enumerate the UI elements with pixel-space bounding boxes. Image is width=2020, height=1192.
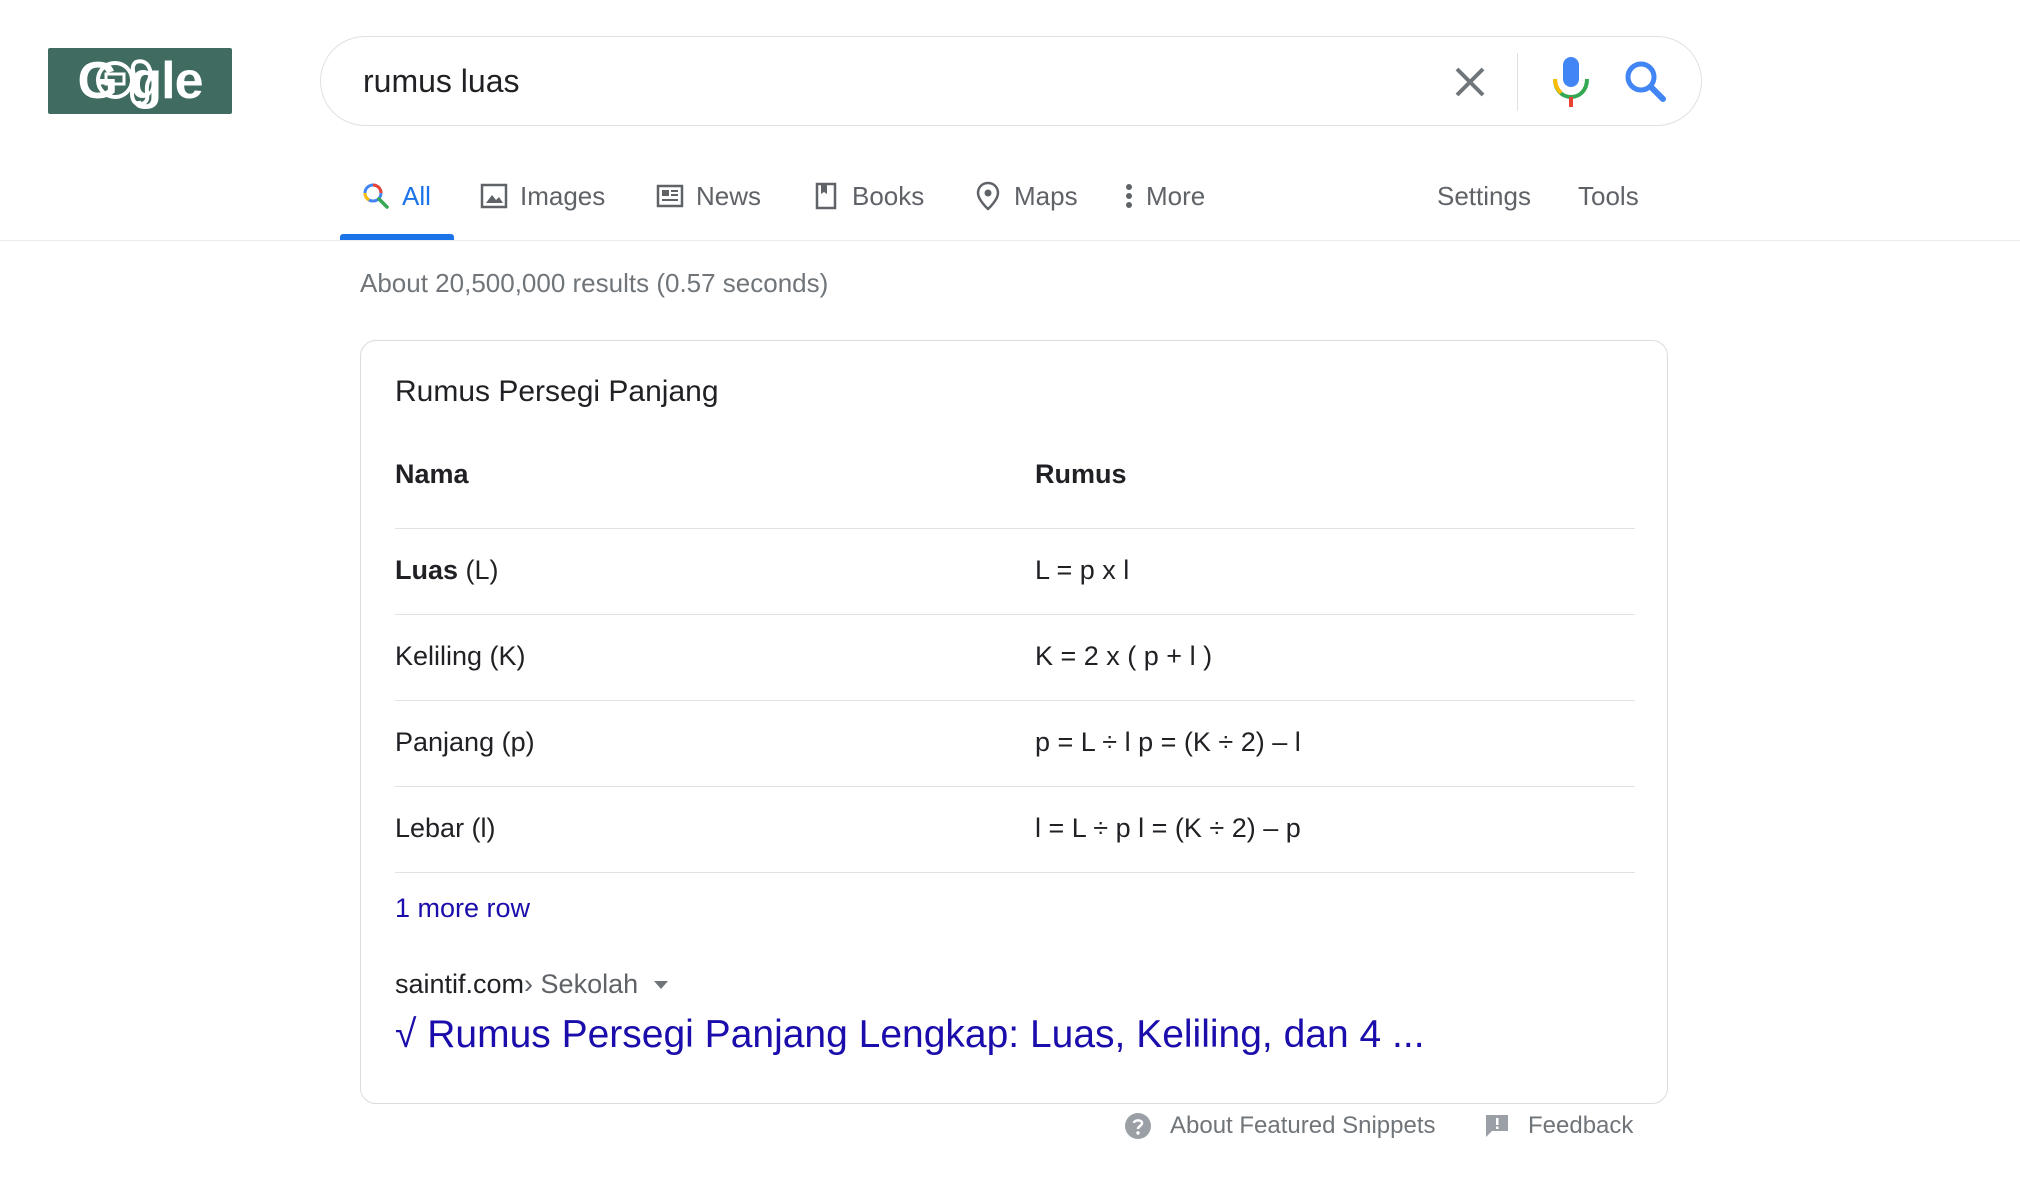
book-icon — [815, 182, 837, 210]
table-row: Luas (L) L = p x l — [395, 528, 1635, 615]
help-icon — [1125, 1113, 1151, 1139]
row-name-rest: Keliling (K) — [395, 641, 526, 671]
tab-books[interactable]: Books — [812, 176, 924, 216]
table-row: Panjang (p) p = L ÷ l p = (K ÷ 2) – l — [395, 700, 1635, 787]
result-stats: About 20,500,000 results (0.57 seconds) — [360, 268, 829, 298]
tab-more[interactable]: More — [1124, 176, 1205, 216]
chevron-down-icon[interactable] — [650, 974, 672, 996]
result-path: › Sekolah — [524, 969, 639, 999]
row-name-bold: Luas — [395, 555, 459, 585]
table-header-nama: Nama — [395, 459, 469, 489]
row-formula: p = L ÷ l p = (K ÷ 2) – l — [1035, 727, 1301, 757]
row-name-rest: Lebar (l) — [395, 813, 496, 843]
table-bottom-border — [395, 872, 1635, 873]
tools-label: Tools — [1578, 180, 1639, 211]
tools-link[interactable]: Tools — [1578, 176, 1639, 216]
image-icon — [480, 183, 508, 209]
tab-news-label: News — [696, 180, 762, 211]
row-formula: L = p x l — [1035, 555, 1130, 585]
tab-maps[interactable]: Maps — [974, 176, 1078, 216]
search-tabs: All Images News Books Maps More Settings… — [0, 0, 2020, 241]
feedback-label: Feedback — [1528, 1112, 1634, 1139]
search-icon — [363, 183, 389, 209]
row-formula: l = L ÷ p l = (K ÷ 2) – p — [1035, 813, 1301, 843]
row-name: Luas (L) — [395, 555, 499, 586]
vertical-dots-icon — [1126, 184, 1132, 208]
result-breadcrumb: saintif.com › Sekolah — [395, 969, 672, 1000]
tab-images-label: Images — [520, 180, 606, 211]
row-name: Keliling (K) — [395, 641, 526, 672]
row-name: Panjang (p) — [395, 727, 535, 758]
logo-text: G gle — [77, 52, 203, 110]
row-name: Lebar (l) — [395, 813, 496, 844]
about-featured-snippets-label: About Featured Snippets — [1170, 1112, 1436, 1139]
feedback-icon — [1486, 1115, 1508, 1137]
tab-all-label: All — [402, 180, 431, 211]
about-featured-snippets-link[interactable]: About Featured Snippets — [1124, 1112, 1436, 1140]
row-formula: K = 2 x ( p + l ) — [1035, 641, 1213, 671]
feedback-link[interactable]: Feedback — [1484, 1112, 1633, 1140]
tab-images[interactable]: Images — [480, 176, 605, 216]
table-row: Lebar (l) l = L ÷ p l = (K ÷ 2) – p — [395, 786, 1635, 873]
tab-books-label: Books — [852, 180, 925, 211]
tab-all[interactable]: All — [362, 176, 431, 216]
table-header-rumus: Rumus — [1035, 459, 1127, 489]
more-rows-link[interactable]: 1 more row — [395, 893, 530, 924]
header-divider — [0, 240, 2020, 241]
settings-label: Settings — [1437, 180, 1531, 211]
table-row: Keliling (K) K = 2 x ( p + l ) — [395, 614, 1635, 701]
map-pin-icon — [976, 181, 1000, 211]
snippet-title: Rumus Persegi Panjang — [395, 375, 719, 408]
result-site: saintif.com — [395, 969, 525, 999]
news-icon — [656, 184, 684, 208]
settings-link[interactable]: Settings — [1437, 176, 1531, 216]
row-name-rest: (L) — [458, 555, 499, 585]
featured-snippet-card: Rumus Persegi Panjang Nama Rumus Luas (L… — [360, 340, 1668, 1104]
tab-news[interactable]: News — [656, 176, 761, 216]
tab-more-label: More — [1146, 180, 1206, 211]
result-title-link[interactable]: √ Rumus Persegi Panjang Lengkap: Luas, K… — [395, 1013, 1425, 1057]
row-name-rest: Panjang (p) — [395, 727, 535, 757]
tab-maps-label: Maps — [1014, 180, 1078, 211]
